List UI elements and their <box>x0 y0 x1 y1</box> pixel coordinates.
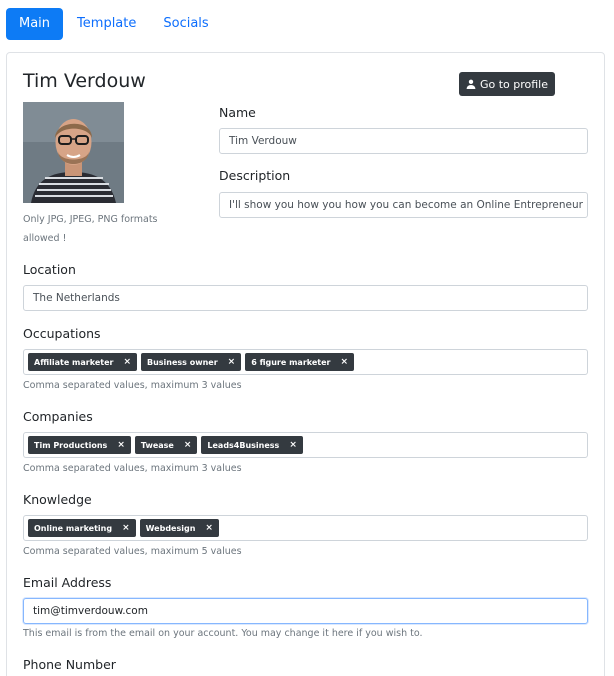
tab-main[interactable]: Main <box>6 8 64 40</box>
knowledge-tag-input[interactable]: Online marketing × Webdesign × <box>23 515 588 541</box>
phone-label: Phone Number <box>23 657 116 672</box>
tag-label: Tim Productions <box>34 440 108 450</box>
tag-remove-icon[interactable]: × <box>184 440 192 450</box>
tag-label: Affiliate marketer <box>34 357 114 367</box>
companies-tag-input[interactable]: Tim Productions × Twease × Leads4Business × <box>23 432 588 458</box>
email-help: This email is from the email on your acc… <box>23 628 423 639</box>
tag: Twease × <box>134 436 198 454</box>
tag: 6 figure marketer × <box>245 353 355 371</box>
tag: Webdesign × <box>139 519 219 537</box>
tag-label: 6 figure marketer <box>251 357 331 367</box>
tag-remove-icon[interactable]: × <box>340 357 348 367</box>
profile-title: Tim Verdouw <box>23 70 146 92</box>
location-field[interactable]: The Netherlands <box>23 285 588 311</box>
tag: Business owner × <box>140 353 242 371</box>
description-field[interactable]: I'll show you how you how you can become… <box>219 192 588 218</box>
knowledge-help: Comma separated values, maximum 5 values <box>23 546 242 557</box>
tag-remove-icon[interactable]: × <box>228 357 236 367</box>
tab-template[interactable]: Template <box>64 8 149 40</box>
tag-label: Webdesign <box>145 523 196 533</box>
tag: Online marketing × <box>28 519 136 537</box>
email-label: Email Address <box>23 575 112 590</box>
name-field[interactable]: Tim Verdouw <box>219 128 588 154</box>
photo-format-note: Only JPG, JPEG, PNG formats allowed ! <box>23 214 158 244</box>
occupations-tag-input[interactable]: Affiliate marketer × Business owner × 6 fi… <box>23 349 588 375</box>
tag: Leads4Business × <box>201 436 303 454</box>
tag-remove-icon[interactable]: × <box>122 523 130 533</box>
occupations-help: Comma separated values, maximum 3 values <box>23 380 242 391</box>
tag-label: Online marketing <box>34 523 113 533</box>
tag-remove-icon[interactable]: × <box>289 440 297 450</box>
knowledge-label: Knowledge <box>23 492 92 507</box>
tag-label: Business owner <box>146 357 218 367</box>
go-to-profile-label: Go to profile <box>479 77 549 91</box>
avatar-photo <box>23 102 124 203</box>
email-field[interactable]: tim@timverdouw.com <box>23 598 588 624</box>
companies-help: Comma separated values, maximum 3 values <box>23 463 242 474</box>
avatar[interactable] <box>23 102 124 203</box>
description-label: Description <box>219 168 291 183</box>
tag-label: Leads4Business <box>207 440 280 450</box>
tab-bar: Main Template Socials <box>6 8 223 40</box>
tag: Tim Productions × <box>28 436 131 454</box>
tag: Affiliate marketer × <box>28 353 137 371</box>
profile-card: Tim Verdouw Go to profile Only JPG, JPEG… <box>6 52 605 676</box>
companies-label: Companies <box>23 409 93 424</box>
tag-remove-icon[interactable]: × <box>205 523 213 533</box>
tab-socials[interactable]: Socials <box>150 8 221 40</box>
tag-label: Twease <box>140 440 174 450</box>
go-to-profile-button[interactable]: Go to profile <box>459 72 555 96</box>
user-icon <box>466 79 476 89</box>
occupations-label: Occupations <box>23 326 101 341</box>
tag-remove-icon[interactable]: × <box>117 440 125 450</box>
location-label: Location <box>23 262 76 277</box>
tag-remove-icon[interactable]: × <box>123 357 131 367</box>
name-label: Name <box>219 105 256 120</box>
